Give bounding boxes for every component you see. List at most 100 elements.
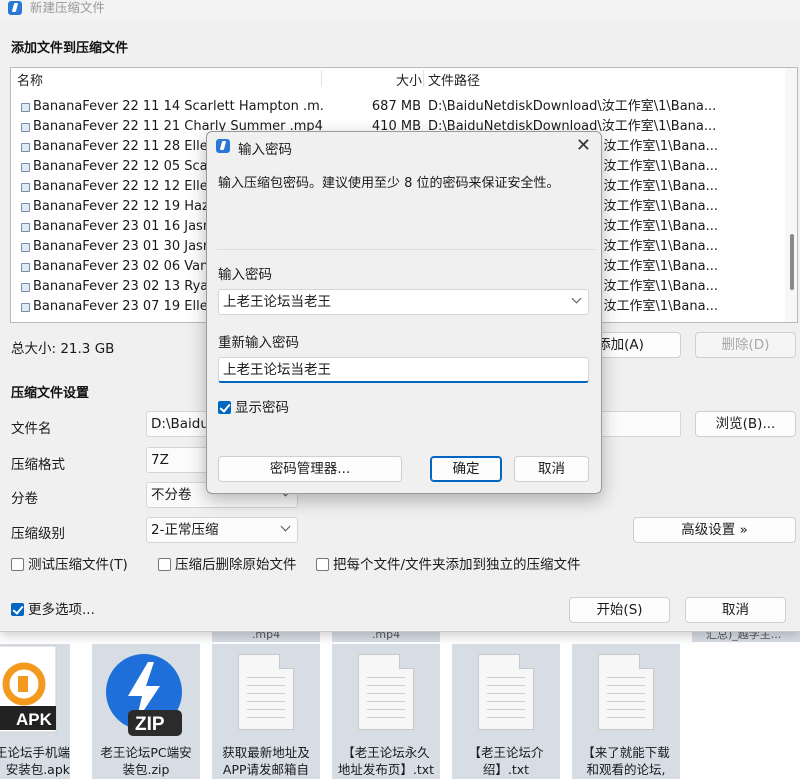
apk-file-icon: APK — [0, 645, 57, 733]
password-dialog: 输入密码 ✕ 输入压缩包密码。建议使用至少 8 位的密码来保证安全性。 输入密码… — [206, 131, 602, 494]
video-file-icon — [21, 263, 30, 272]
file-name: 【老王论坛永久 地址发布页】.txt — [332, 744, 440, 778]
file-name-line2: 安装包.apk — [5, 762, 70, 777]
reenter-password-label: 重新输入密码 — [218, 335, 299, 351]
split-value: 不分卷 — [151, 487, 192, 503]
video-file-icon — [21, 223, 30, 232]
password-dialog-titlebar[interactable]: 输入密码 ✕ — [207, 132, 601, 162]
advanced-settings-button[interactable]: 高级设置 » — [633, 517, 796, 543]
start-button[interactable]: 开始(S) — [569, 597, 670, 623]
password-label: 输入密码 — [218, 267, 272, 283]
window-title: 新建压缩文件 — [30, 0, 106, 15]
video-file-icon — [21, 103, 30, 112]
file-name-line1: 获取最新地址及 — [222, 745, 310, 760]
more-options-label: 更多选项... — [28, 602, 95, 618]
file-name: 【老王论坛介 绍】.txt — [452, 744, 560, 778]
password-input[interactable]: 上老王论坛当老王 — [218, 289, 589, 315]
desktop-file-txt[interactable]: 【来了就能下载 和观看的论坛, — [572, 644, 680, 779]
file-name-line2: APP请发邮箱自 — [222, 762, 310, 777]
text-file-icon — [598, 654, 654, 730]
file-name-line1: 老王论坛手机端 — [0, 745, 70, 760]
file-name-line2: 装包.zip — [122, 762, 170, 777]
column-header-size[interactable]: 大小 — [396, 70, 422, 89]
file-name-line1: 【老王论坛介 — [468, 745, 544, 760]
file-row[interactable]: BananaFever 22 11 14 Scarlett Hampton .m… — [11, 97, 786, 117]
close-icon[interactable]: ✕ — [576, 136, 591, 156]
file-name: 老王论坛手机端 安装包.apk — [0, 744, 70, 778]
checkbox-box — [316, 558, 329, 571]
delete-after-label: 压缩后删除原始文件 — [175, 557, 297, 573]
add-files-heading: 添加文件到压缩文件 — [11, 41, 129, 56]
file-name-line1: 【来了就能下载 — [582, 745, 670, 760]
app-logo-icon — [216, 139, 230, 153]
chevron-down-icon — [280, 521, 291, 532]
filename-label: 文件名 — [11, 421, 52, 437]
column-header-path[interactable]: 文件路径 — [428, 70, 480, 89]
total-size-label: 总大小: 21.3 GB — [11, 341, 115, 357]
test-archive-label: 测试压缩文件(T) — [28, 557, 128, 573]
delete-after-checkbox[interactable]: 压缩后删除原始文件 — [158, 557, 297, 573]
checkmark-icon — [218, 401, 231, 414]
scrollbar-thumb[interactable] — [790, 234, 794, 290]
ok-button[interactable]: 确定 — [430, 456, 502, 482]
level-label: 压缩级别 — [11, 526, 65, 542]
browse-button[interactable]: 浏览(B)... — [695, 411, 796, 437]
format-value: 7Z — [151, 452, 169, 468]
file-name: 获取最新地址及 APP请发邮箱自 — [212, 744, 320, 778]
video-file-icon — [21, 283, 30, 292]
video-file-icon — [21, 203, 30, 212]
video-file-icon — [21, 123, 30, 132]
file-name: 老王论坛PC端安 装包.zip — [92, 744, 200, 778]
apk-badge: APK — [16, 710, 53, 729]
file-list-header: 名称 大小 文件路径 — [11, 68, 797, 89]
text-file-icon — [238, 654, 294, 730]
level-value: 2-正常压缩 — [151, 522, 219, 538]
zip-file-icon: ZIP — [106, 654, 182, 736]
desktop-file-txt[interactable]: 【老王论坛永久 地址发布页】.txt — [332, 644, 440, 779]
more-options-checkbox[interactable]: 更多选项... — [11, 602, 95, 618]
file-name-line1: 老王论坛PC端安 — [100, 745, 192, 760]
file-list-scrollbar[interactable] — [785, 68, 797, 322]
password-description: 输入压缩包密码。建议使用至少 8 位的密码来保证安全性。 — [218, 176, 560, 191]
video-file-icon — [21, 183, 30, 192]
test-archive-checkbox[interactable]: 测试压缩文件(T) — [11, 557, 128, 573]
separate-archives-label: 把每个文件/文件夹添加到独立的压缩文件 — [333, 557, 581, 573]
column-header-name[interactable]: 名称 — [17, 70, 43, 89]
text-file-icon — [478, 654, 534, 730]
level-select[interactable]: 2-正常压缩 — [146, 517, 298, 543]
video-file-icon — [21, 243, 30, 252]
chevron-down-icon[interactable] — [571, 293, 582, 304]
file-name: BananaFever 22 11 14 Scarlett Hampton .m… — [33, 99, 325, 114]
desktop-file-txt[interactable]: 获取最新地址及 APP请发邮箱自 — [212, 644, 320, 779]
format-label: 压缩格式 — [11, 457, 65, 473]
app-logo-icon — [8, 1, 22, 15]
checkmark-icon — [11, 603, 24, 616]
password-value: 上老王论坛当老王 — [223, 294, 331, 310]
archive-settings-heading: 压缩文件设置 — [11, 386, 90, 401]
file-name-line2: 绍】.txt — [482, 762, 530, 777]
desktop-file-apk[interactable]: APK 老王论坛手机端 安装包.apk — [0, 644, 70, 779]
file-name-line1: 【老王论坛永久 — [342, 745, 430, 760]
checkbox-box — [158, 558, 171, 571]
show-password-checkbox[interactable]: 显示密码 — [218, 400, 289, 416]
delete-button[interactable]: 删除(D) — [695, 332, 796, 358]
separate-archives-checkbox[interactable]: 把每个文件/文件夹添加到独立的压缩文件 — [316, 557, 581, 573]
video-file-icon — [21, 143, 30, 152]
password-cancel-button[interactable]: 取消 — [514, 456, 589, 482]
reenter-password-input[interactable]: 上老王论坛当老王 — [218, 357, 589, 383]
title-bar[interactable]: 新建压缩文件 — [0, 0, 800, 22]
desktop-file-zip[interactable]: ZIP 老王论坛PC端安 装包.zip — [92, 644, 200, 779]
text-file-icon — [358, 654, 414, 730]
file-path: D:\BaiduNetdiskDownload\汝工作室\1\Bana... — [428, 99, 717, 114]
zip-badge: ZIP — [135, 714, 165, 735]
password-manager-button[interactable]: 密码管理器... — [218, 456, 402, 482]
password-dialog-title: 输入密码 — [238, 142, 292, 158]
file-name-line2: 和观看的论坛, — [586, 762, 666, 777]
video-file-icon — [21, 163, 30, 172]
split-label: 分卷 — [11, 491, 38, 507]
checkbox-box — [11, 558, 24, 571]
desktop-file-txt[interactable]: 【老王论坛介 绍】.txt — [452, 644, 560, 779]
file-name-line2: 地址发布页】.txt — [337, 762, 435, 777]
cancel-button[interactable]: 取消 — [685, 597, 786, 623]
desktop-file-area: .mp4 .mp4 汇总)_越学主... APK 老王论坛手机端 安装包.apk… — [0, 612, 800, 779]
